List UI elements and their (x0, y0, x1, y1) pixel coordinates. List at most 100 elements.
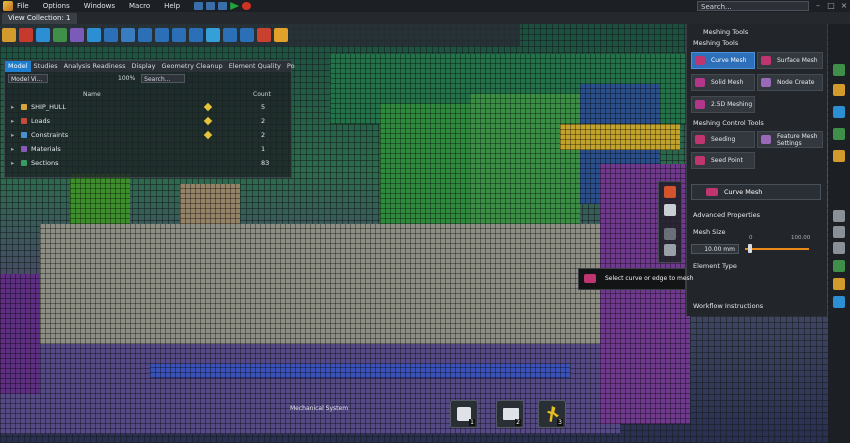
color-mode-icon[interactable] (257, 28, 271, 42)
tree-item-loads[interactable]: ▸ Loads 2 (5, 115, 291, 127)
visibility-icon[interactable] (203, 102, 213, 112)
sphere-tool-icon[interactable] (19, 28, 33, 42)
advanced-properties-toggle[interactable]: Advanced Properties (693, 211, 760, 219)
seeding-button[interactable]: Seeding (691, 131, 755, 148)
tree-item-sections[interactable]: ▸ Sections 83 (5, 157, 291, 169)
solid-mesh-button[interactable]: Solid Mesh (691, 74, 755, 91)
brush-tool-icon[interactable] (664, 244, 676, 256)
stack-icon[interactable] (833, 260, 845, 272)
browser-search-input[interactable]: Search... (141, 73, 186, 83)
surface-tool-icon[interactable] (36, 28, 50, 42)
tab-studies[interactable]: Studies (31, 61, 61, 72)
mesh-bulkhead-right (470, 94, 580, 234)
mesh-size-slider-handle[interactable] (748, 244, 752, 253)
book-button[interactable]: 2 (496, 400, 524, 428)
global-search-input[interactable]: Search... (697, 1, 809, 11)
section-view-icon[interactable] (189, 28, 203, 42)
redo-icon[interactable] (206, 2, 216, 10)
menu-macro[interactable]: Macro (129, 2, 150, 10)
model-browser-tabs: Model Studies Analysis Readiness Display… (5, 61, 295, 72)
geometry-tool-icon[interactable] (2, 28, 16, 42)
palette-icon[interactable] (274, 28, 288, 42)
workflow-instructions-toggle[interactable]: Workflow Instructions (693, 302, 763, 310)
minimize-icon[interactable]: – (812, 1, 824, 11)
menu-help[interactable]: Help (164, 2, 180, 10)
node-create-button[interactable]: Node Create (757, 74, 823, 91)
expand-arrow-icon[interactable]: ▸ (11, 129, 14, 141)
model-browser-bar: Model Vi... 100% Search... (5, 72, 291, 84)
menu-file[interactable]: File (17, 2, 29, 10)
zoom-view-icon[interactable] (172, 28, 186, 42)
tree-item-constraints[interactable]: ▸ Constraints 2 (5, 129, 291, 141)
floating-tool-palette (658, 181, 682, 263)
run-icon[interactable] (230, 2, 240, 10)
meshing-25d-button[interactable]: 2.5D Meshing (691, 96, 755, 113)
mechanical-system-label: Mechanical System (290, 405, 349, 412)
section-meshing-control[interactable]: Meshing Control Tools (693, 119, 764, 127)
rotate-view-icon[interactable] (138, 28, 152, 42)
graph-icon[interactable] (833, 296, 845, 308)
tab-geometry-cleanup[interactable]: Geometry Cleanup (159, 61, 226, 72)
close-icon[interactable]: × (838, 1, 850, 11)
zoom-out-icon[interactable] (833, 226, 845, 238)
tab-more[interactable]: Po (284, 61, 298, 72)
highlight-tool-icon[interactable] (664, 186, 676, 198)
tab-element-quality[interactable]: Element Quality (226, 61, 284, 72)
runner-button[interactable]: 3 (538, 400, 566, 428)
menu-options[interactable]: Options (43, 2, 70, 10)
expand-arrow-icon[interactable]: ▸ (11, 143, 14, 155)
surface-mesh-button[interactable]: Surface Mesh (757, 52, 823, 69)
element-type-label: Element Type (693, 262, 737, 270)
section-icon (21, 160, 27, 166)
checks-icon[interactable] (833, 128, 845, 140)
list-icon[interactable] (833, 106, 845, 118)
seeding-icon (695, 135, 705, 144)
solid-tool-icon[interactable] (70, 28, 84, 42)
expand-arrow-icon[interactable]: ▸ (11, 115, 14, 127)
cube-icon[interactable] (833, 278, 845, 290)
expand-arrow-icon[interactable]: ▸ (11, 101, 14, 113)
curve-mesh-icon (706, 188, 718, 196)
properties-icon[interactable] (833, 84, 845, 96)
zoom-in-icon[interactable] (833, 210, 845, 222)
view-select[interactable]: Model Vi... (8, 73, 48, 83)
select-tool-icon[interactable] (104, 28, 118, 42)
meshing-tools-panel: Meshing Tools Meshing Tools Curve Mesh S… (686, 24, 827, 316)
tab-analysis-readiness[interactable]: Analysis Readiness (61, 61, 129, 72)
tab-view-collection[interactable]: View Collection: 1 (2, 13, 77, 24)
display-mode-icon[interactable] (240, 28, 254, 42)
fit-icon[interactable] (833, 242, 845, 254)
mesh-size-input[interactable]: 10.00 mm (691, 244, 739, 254)
section-meshing-tools[interactable]: Meshing Tools (693, 39, 738, 47)
mesh-size-slider-track[interactable] (745, 248, 809, 250)
waveform-icon[interactable] (833, 150, 845, 162)
expand-arrow-icon[interactable]: ▸ (11, 157, 14, 169)
mesh-tool-icon[interactable] (53, 28, 67, 42)
undo-icon[interactable] (194, 2, 204, 10)
menu-windows[interactable]: Windows (84, 2, 115, 10)
seed-point-button[interactable]: Seed Point (691, 152, 755, 169)
maximize-icon[interactable]: □ (825, 1, 837, 11)
tree-item-ship-hull[interactable]: ▸ SHIP_HULL 5 (5, 101, 291, 113)
curve-mesh-button[interactable]: Curve Mesh (691, 52, 755, 69)
pan-view-icon[interactable] (155, 28, 169, 42)
visibility-icon[interactable] (203, 116, 213, 126)
tree-item-label: Sections (31, 159, 59, 167)
tree-item-materials[interactable]: ▸ Materials 1 (5, 143, 291, 155)
mesh-size-label: Mesh Size (693, 228, 726, 236)
save-icon[interactable] (218, 2, 228, 10)
tab-display[interactable]: Display (129, 61, 159, 72)
tab-model[interactable]: Model (5, 61, 31, 72)
mesh-preview-icon[interactable] (664, 204, 676, 216)
fit-view-icon[interactable] (121, 28, 135, 42)
feature-mesh-settings-button[interactable]: Feature Mesh Settings (757, 131, 823, 148)
layers-icon[interactable] (833, 64, 845, 76)
tree-item-count: 2 (261, 117, 266, 125)
record-icon[interactable] (242, 2, 252, 10)
checklist-button[interactable]: 1 (450, 400, 478, 428)
clock-tool-icon[interactable] (664, 228, 676, 240)
shell-tool-icon[interactable] (223, 28, 237, 42)
visibility-icon[interactable] (203, 130, 213, 140)
beam-tool-icon[interactable] (206, 28, 220, 42)
pointer-tool-icon[interactable] (87, 28, 101, 42)
